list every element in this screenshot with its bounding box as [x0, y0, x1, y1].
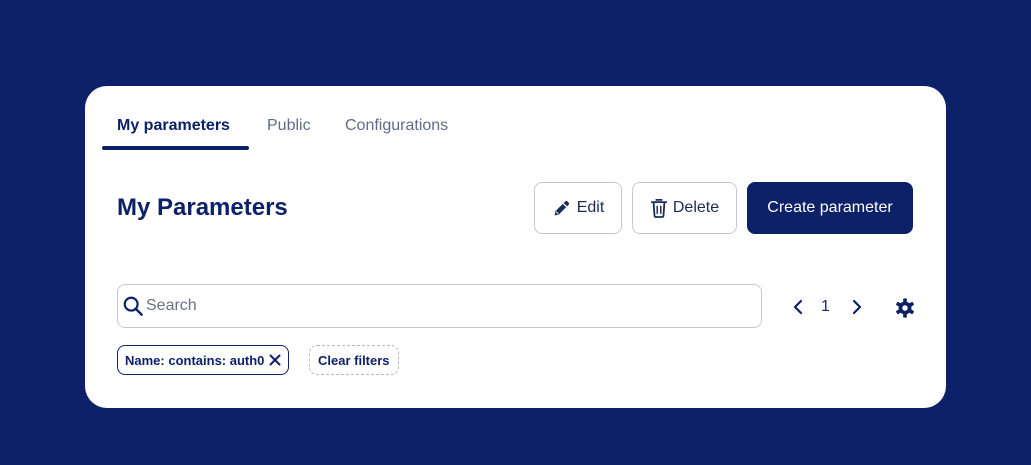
active-tab-indicator: [102, 146, 249, 150]
current-page: 1: [821, 298, 830, 315]
chevron-left-icon[interactable]: [791, 299, 805, 315]
clear-filters-button[interactable]: Clear filters: [309, 345, 399, 375]
chevron-right-icon[interactable]: [850, 299, 864, 315]
pencil-icon: [554, 201, 569, 216]
gear-icon[interactable]: [894, 297, 916, 319]
trash-icon: [650, 199, 667, 218]
create-parameter-button[interactable]: Create parameter: [747, 182, 913, 234]
clear-filters-label: Clear filters: [318, 352, 390, 368]
tab-label: Public: [267, 117, 311, 134]
tab-my-parameters[interactable]: My parameters: [117, 116, 230, 150]
tab-label: My parameters: [117, 117, 230, 134]
close-icon[interactable]: [268, 353, 282, 367]
filter-chip-label: Name: contains: auth0: [125, 352, 265, 368]
filter-chip: Name: contains: auth0: [117, 345, 290, 375]
edit-button[interactable]: Edit: [534, 182, 622, 234]
parameters-card: My parameters Public Configurations My P…: [85, 86, 946, 408]
tab-label: Configurations: [345, 117, 449, 134]
search-box: [117, 284, 762, 328]
search-input[interactable]: [144, 297, 761, 315]
delete-button[interactable]: Delete: [632, 182, 737, 234]
edit-label: Edit: [576, 199, 605, 216]
tab-configurations[interactable]: Configurations: [345, 116, 448, 150]
search-icon: [123, 296, 143, 316]
tab-public[interactable]: Public: [267, 116, 311, 150]
page-title: My Parameters: [117, 194, 288, 221]
delete-label: Delete: [672, 199, 720, 216]
create-label: Create parameter: [767, 199, 893, 216]
